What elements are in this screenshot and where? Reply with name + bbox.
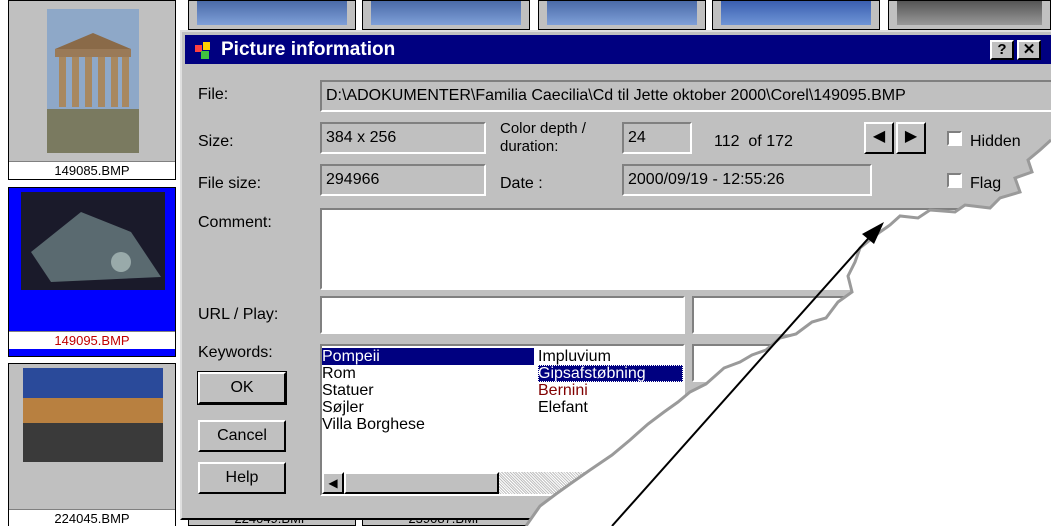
torn-paper-overlay — [524, 138, 1051, 526]
